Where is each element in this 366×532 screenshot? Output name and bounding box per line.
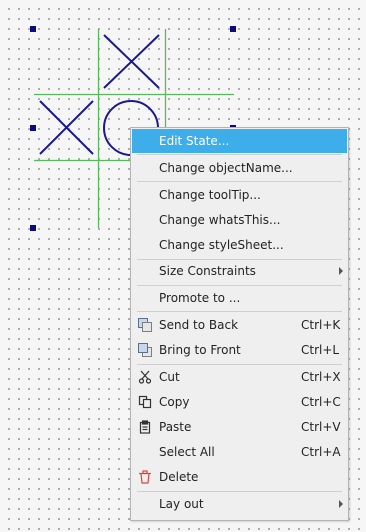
menu-item-size-constraints[interactable]: Size Constraints (132, 259, 347, 283)
menu-item-change-stylesheet[interactable]: Change styleSheet... (132, 233, 347, 257)
menu-separator (137, 154, 342, 155)
menu-item-select-all[interactable]: Select All Ctrl+A (132, 440, 347, 464)
menu-item-delete[interactable]: Delete (132, 465, 347, 489)
send-to-back-icon (138, 318, 152, 332)
menu-item-bring-to-front[interactable]: Bring to Front Ctrl+L (132, 338, 347, 362)
submenu-arrow-icon (339, 500, 343, 508)
submenu-arrow-icon (339, 267, 343, 275)
scissors-icon (138, 370, 152, 384)
menu-item-lay-out[interactable]: Lay out (132, 492, 347, 516)
menu-item-change-objectname[interactable]: Change objectName... (132, 156, 347, 180)
clipboard-icon (138, 420, 152, 434)
resize-handle-top-left (30, 26, 36, 32)
menu-item-promote-to[interactable]: Promote to ... (132, 286, 347, 310)
copy-icon (138, 395, 152, 409)
menu-separator (137, 181, 342, 182)
menu-item-change-tooltip[interactable]: Change toolTip... (132, 183, 347, 207)
x-mark-icon (103, 34, 160, 89)
resize-handle-mid-left (30, 125, 36, 131)
menu-item-copy[interactable]: Copy Ctrl+C (132, 390, 347, 414)
resize-handle-top-right (230, 26, 236, 32)
x-mark-icon (39, 100, 94, 155)
menu-item-send-to-back[interactable]: Send to Back Ctrl+K (132, 313, 347, 337)
menu-item-paste[interactable]: Paste Ctrl+V (132, 415, 347, 439)
resize-handle-bottom-left (30, 225, 36, 231)
menu-item-cut[interactable]: Cut Ctrl+X (132, 365, 347, 389)
bring-to-front-icon (138, 343, 152, 357)
menu-separator (137, 311, 342, 312)
trash-icon (138, 470, 152, 484)
menu-item-edit-state[interactable]: Edit State... (132, 129, 347, 153)
menu-item-change-whatsthis[interactable]: Change whatsThis... (132, 208, 347, 232)
context-menu: Edit State... Change objectName... Chang… (130, 127, 349, 521)
